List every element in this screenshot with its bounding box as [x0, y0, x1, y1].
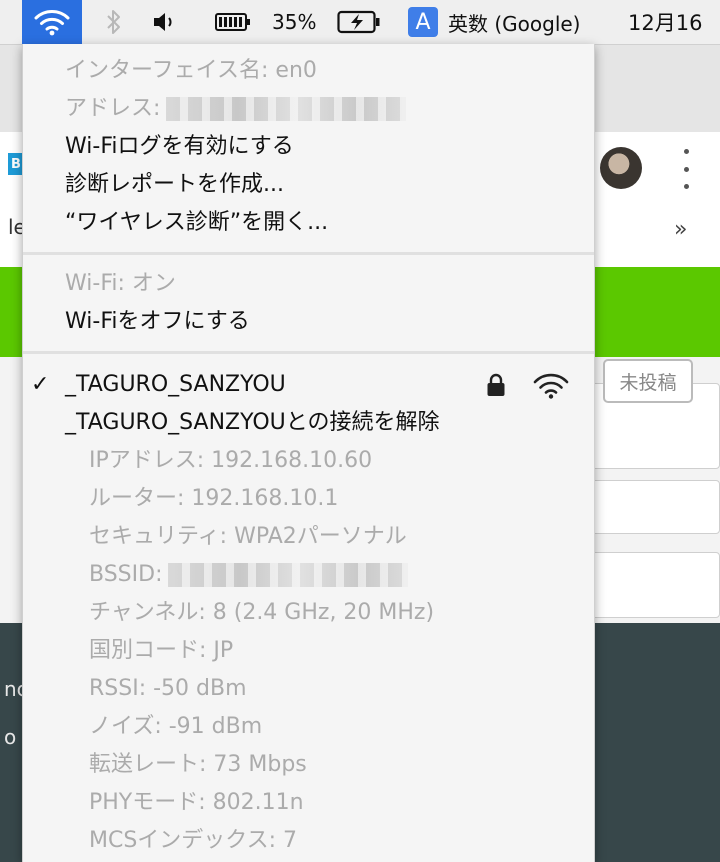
battery-charging-icon	[337, 10, 380, 34]
lock-icon	[487, 373, 505, 396]
detail-noise: ノイズ: -91 dBm	[89, 714, 263, 739]
address-label: アドレス:	[65, 96, 161, 121]
wifi-menu-extra[interactable]	[22, 0, 82, 44]
wifi-status: Wi-Fi: オン	[65, 271, 176, 296]
avatar[interactable]	[600, 147, 642, 189]
input-source-menu-extra[interactable]: A 英数 (Google)	[408, 0, 581, 44]
battery-percentage[interactable]: 35%	[272, 0, 316, 44]
detail-phy-mode: PHYモード: 802.11n	[89, 790, 304, 815]
detail-ip-address: IPアドレス: 192.168.10.60	[89, 448, 373, 473]
draft-status-button[interactable]: 未投稿	[603, 359, 693, 403]
open-wireless-diagnostics-item[interactable]: “ワイヤレス診断”を開く...	[23, 204, 594, 242]
battery-menu-extra[interactable]	[214, 0, 252, 44]
input-source-badge: A	[408, 7, 438, 37]
input-source-label: 英数 (Google)	[448, 11, 581, 36]
menubar-clock[interactable]: 12月16	[628, 0, 702, 44]
create-diagnostics-report-item[interactable]: 診断レポートを作成...	[23, 166, 594, 204]
detail-country-code: 国別コード: JP	[89, 638, 234, 663]
redacted-address	[166, 97, 407, 121]
enable-wifi-logging-item[interactable]: Wi-Fiログを有効にする	[23, 128, 594, 166]
volume-menu-extra[interactable]	[150, 0, 182, 44]
network-item-taguro-sanzyou[interactable]: ✓ _TAGURO_SANZYOU	[23, 366, 594, 404]
turn-wifi-off-item[interactable]: Wi-Fiをオフにする	[23, 303, 594, 341]
detail-security: セキュリティ: WPA2パーソナル	[89, 524, 407, 549]
bookmarks-overflow-chevron[interactable]: »	[674, 217, 687, 242]
bluetooth-icon	[107, 10, 120, 34]
interface-name: インターフェイス名: en0	[65, 58, 317, 83]
menu-separator	[23, 252, 594, 255]
detail-rssi: RSSI: -50 dBm	[89, 676, 247, 701]
menu-bar: 35% A 英数 (Google) 12月16	[0, 0, 720, 45]
wifi-dropdown-menu: インターフェイス名: en0 アドレス: Wi-Fiログを有効にする 診断レポー…	[22, 44, 595, 862]
detail-bssid: BSSID:	[23, 556, 594, 594]
battery-icon	[215, 13, 250, 31]
bluetooth-menu-extra[interactable]	[100, 0, 128, 44]
kebab-menu-icon[interactable]	[676, 149, 696, 189]
detail-router: ルーター: 192.168.10.1	[89, 486, 339, 511]
battery-charging-menu-extra[interactable]	[334, 0, 384, 44]
disconnect-network-item[interactable]: _TAGURO_SANZYOUとの接続を解除	[23, 404, 594, 442]
wifi-signal-icon	[533, 373, 569, 399]
menu-separator	[23, 351, 594, 354]
detail-tx-rate: 転送レート: 73 Mbps	[89, 752, 307, 777]
bssid-label: BSSID:	[89, 562, 163, 587]
address-row: アドレス:	[23, 90, 594, 128]
detail-channel: チャンネル: 8 (2.4 GHz, 20 MHz)	[89, 600, 435, 625]
redacted-bssid	[168, 563, 409, 587]
network-name: _TAGURO_SANZYOU	[65, 372, 286, 397]
checkmark-icon: ✓	[31, 372, 50, 397]
wifi-icon	[34, 10, 70, 36]
detail-mcs-index: MCSインデックス: 7	[89, 828, 298, 853]
volume-icon	[154, 13, 172, 31]
sidebar-text-fragment-2: o	[4, 725, 17, 749]
